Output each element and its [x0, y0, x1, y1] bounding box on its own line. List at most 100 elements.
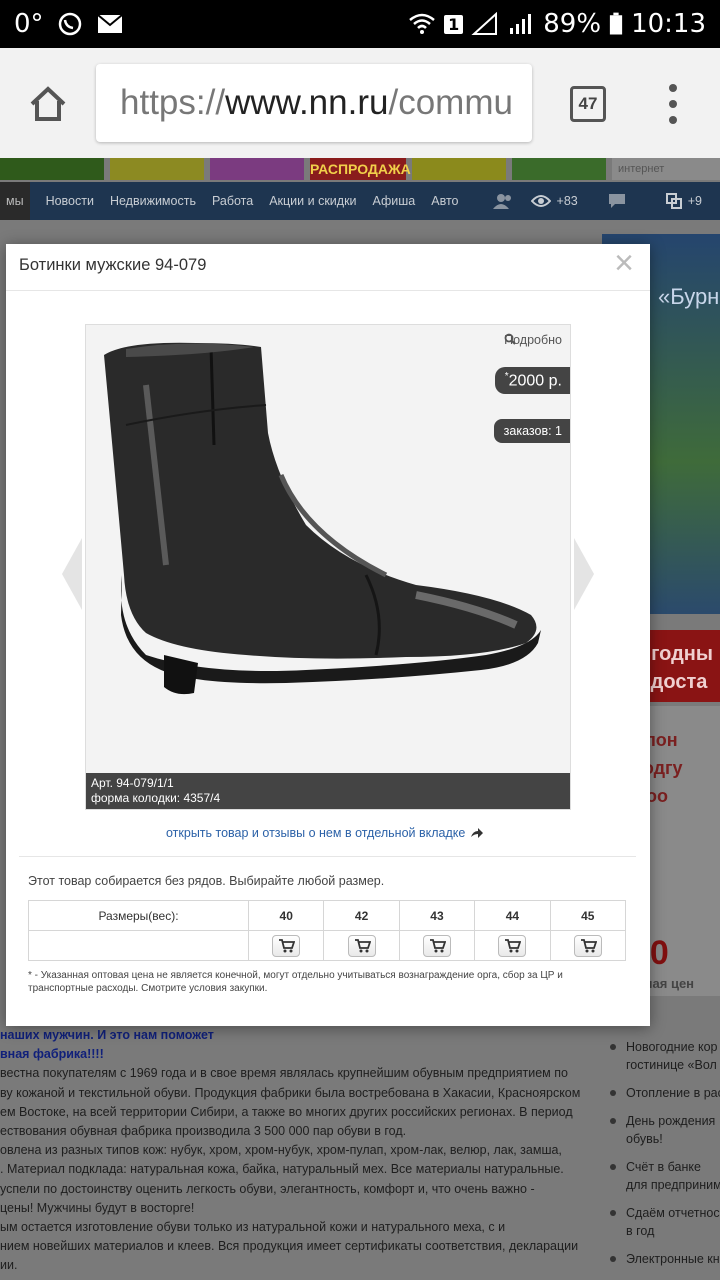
article-line: ву кожаной и текстильной обуви. Продукци…	[0, 1085, 581, 1100]
nav-item-afisha[interactable]: Афиша	[373, 194, 416, 208]
detail-link[interactable]: Подробно	[504, 333, 562, 347]
orders-badge: заказов: 1	[493, 419, 570, 443]
cart-icon	[505, 938, 522, 952]
nav-item-auto[interactable]: Авто	[431, 194, 458, 208]
photo-caption: Арт. 94-079/1/1 форма колодки: 4357/4	[86, 773, 570, 809]
nav-item[interactable]: мы	[0, 182, 30, 220]
table-row: Размеры(вес): 40 42 43 44 45	[28, 900, 627, 931]
nav-item-jobs[interactable]: Работа	[212, 194, 253, 208]
divider	[19, 856, 636, 857]
chat-icon[interactable]	[608, 193, 626, 209]
boot-image	[86, 325, 570, 775]
close-icon[interactable]: ×	[610, 246, 638, 280]
news-item[interactable]: Сдаём отчетнос в год	[602, 1204, 720, 1240]
add-to-cart-button[interactable]	[347, 934, 376, 957]
nav-item-deals[interactable]: Акции и скидки	[269, 194, 356, 208]
browser-menu-icon[interactable]	[665, 84, 681, 124]
table-row	[28, 930, 627, 961]
size-value: 40	[247, 900, 325, 931]
news-item-text: гостинице «Вол	[626, 1058, 717, 1072]
site-nav: мы Новости Недвижимость Работа Акции и с…	[0, 182, 720, 220]
home-icon[interactable]	[28, 84, 68, 124]
wifi-icon	[409, 13, 435, 34]
views-count: +83	[556, 194, 578, 208]
size-value: 43	[398, 900, 476, 931]
views-counter[interactable]: +83	[530, 194, 578, 208]
extra-counter[interactable]: +9	[665, 193, 702, 209]
size-value: 44	[474, 900, 551, 931]
divider	[6, 290, 650, 291]
ad-banner[interactable]	[110, 158, 204, 180]
ad-banner[interactable]	[0, 158, 104, 180]
news-item-text: Электронные кн	[626, 1252, 720, 1266]
battery-icon	[609, 12, 623, 35]
nav-item-realty[interactable]: Недвижимость	[110, 194, 196, 208]
ad-banner[interactable]	[210, 158, 304, 180]
modal-title: Ботинки мужские 94-079	[19, 256, 207, 274]
add-to-cart-button[interactable]	[573, 934, 602, 957]
tab-switcher-button[interactable]: 47	[570, 86, 606, 122]
add-to-cart-button[interactable]	[422, 934, 451, 957]
nav-item-news[interactable]: Новости	[46, 194, 94, 208]
sizes-table: Размеры(вес): 40 42 43 44 45	[28, 900, 627, 961]
users-icon[interactable]	[492, 193, 515, 209]
signal-icon	[510, 14, 532, 34]
article-line: цены! Мужчины будут в восторге!	[0, 1200, 195, 1215]
article-line: нием новейших материалов и клеев. Вся пр…	[0, 1239, 579, 1254]
size-value: 42	[323, 900, 400, 931]
news-item-text: для предприним	[626, 1178, 720, 1192]
price-value: 2000 р.	[508, 372, 562, 390]
share-arrow-icon	[471, 828, 484, 838]
cart-icon	[279, 938, 296, 952]
ad-banner[interactable]	[512, 158, 606, 180]
price-tag: *2000 р.	[494, 367, 570, 395]
news-item[interactable]: Новогодние кор гостинице «Вол	[602, 1038, 720, 1074]
sizes-label: Размеры(вес):	[28, 900, 249, 931]
article-line: ем Востоке, на всей территории Сибири, а…	[0, 1104, 573, 1119]
news-item-text: Отопление в рас	[626, 1086, 720, 1100]
empty-cell	[28, 930, 249, 961]
article-line: . Материал подклада: натуральная кожа, б…	[0, 1162, 564, 1177]
windows-icon	[665, 193, 682, 209]
size-note: Этот товар собирается без рядов. Выбирай…	[28, 874, 385, 888]
news-item-text: в год	[626, 1224, 655, 1238]
article-number: Арт. 94-079/1/1	[91, 776, 174, 790]
news-item[interactable]: Счёт в банке для предприним	[602, 1158, 720, 1194]
eye-icon	[530, 195, 551, 207]
search-icon	[504, 333, 516, 345]
article-line: вная фабрика!!!!	[0, 1047, 104, 1062]
ad-banner[interactable]	[412, 158, 506, 180]
radio-option-label[interactable]: интернет	[612, 158, 720, 180]
price-footnote: * - Указанная оптовая цена не является к…	[28, 970, 563, 994]
cart-icon	[580, 938, 597, 952]
add-to-cart-button[interactable]	[498, 934, 527, 957]
battery-percent: 89%	[543, 9, 602, 39]
product-modal: Ботинки мужские 94-079 × Подробно *2000 …	[6, 244, 650, 1026]
news-item[interactable]: День рождения обувь!	[602, 1112, 720, 1148]
cart-cell	[398, 930, 476, 961]
article-line: ым остается изготовление обуви только из…	[0, 1220, 506, 1235]
status-bar: 0° 1 89% 10:13	[0, 0, 720, 48]
url-bar[interactable]: https://www.nn.ru/commu	[96, 64, 532, 142]
cart-cell	[549, 930, 627, 961]
article-line: ии.	[0, 1258, 18, 1273]
news-item[interactable]: Электронные кн	[602, 1250, 720, 1268]
cart-cell	[323, 930, 400, 961]
cart-icon	[354, 938, 371, 952]
signal-off-icon	[471, 12, 498, 35]
sale-banner[interactable]: РАСПРОДАЖА	[310, 158, 411, 180]
viber-icon	[58, 12, 81, 36]
temperature-text: 0°	[14, 9, 44, 39]
size-value: 45	[549, 900, 627, 931]
open-in-tab-link[interactable]: открыть товар и отзывы о нем в отдельной…	[166, 826, 484, 840]
prev-arrow-icon[interactable]	[60, 534, 84, 614]
article-line: вестна покупателям с 1969 года и в свое …	[0, 1066, 568, 1081]
next-arrow-icon[interactable]	[572, 534, 596, 614]
article-line: наших мужчин. И это нам поможет	[0, 1028, 214, 1042]
url-scheme: https://	[120, 83, 226, 122]
product-photo[interactable]: Подробно *2000 р. заказов: 1 Арт. 94-079…	[85, 324, 571, 810]
browser-toolbar: https://www.nn.ru/commu 47	[0, 48, 720, 158]
url-host: www.nn.ru	[225, 83, 389, 122]
news-item[interactable]: Отопление в рас	[602, 1084, 720, 1102]
add-to-cart-button[interactable]	[272, 934, 301, 957]
